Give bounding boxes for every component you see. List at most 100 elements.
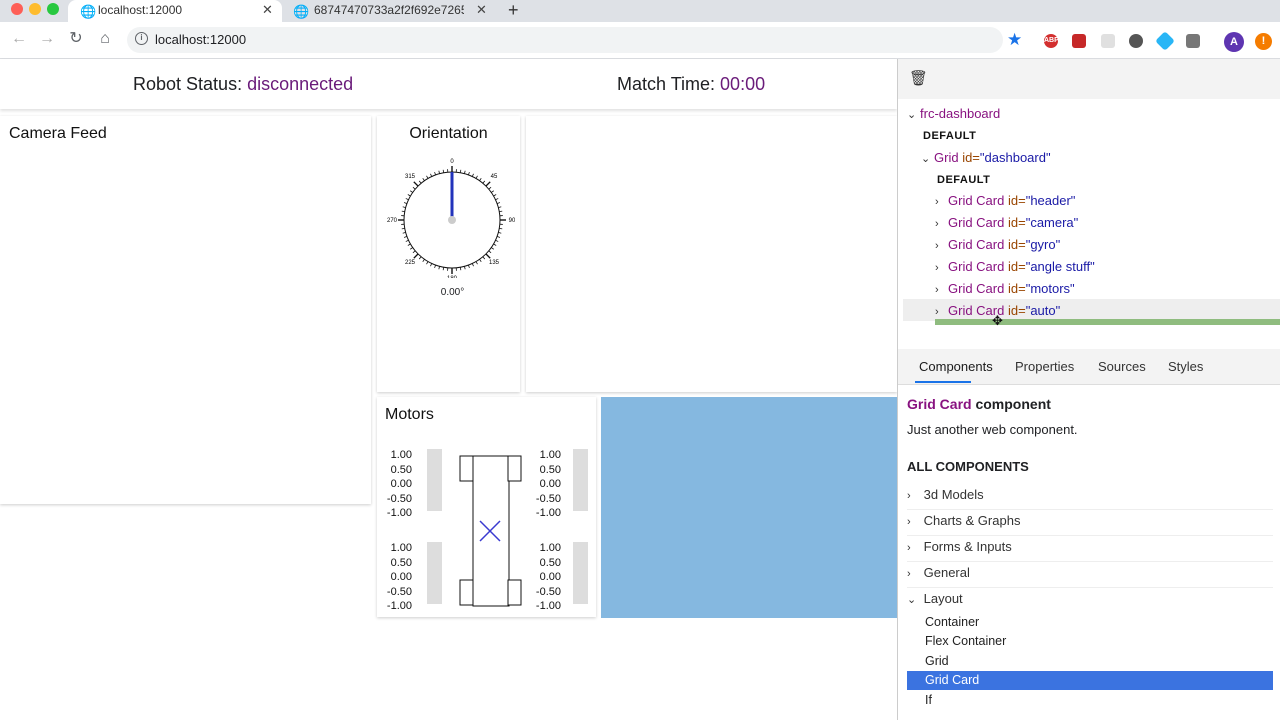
browser-tab[interactable]: 🌐 68747470733a2f2f692e72656 ✕ — [284, 0, 498, 22]
devtools-topbar: 🗑 — [898, 59, 1280, 99]
extension-icon[interactable] — [1072, 34, 1086, 48]
info-icon[interactable]: i — [135, 32, 148, 45]
category-layout[interactable]: ⌄ Layout — [907, 588, 1273, 614]
reload-icon[interactable]: ↻ — [65, 28, 87, 50]
tab-title: 68747470733a2f2f692e72656 — [314, 3, 464, 17]
drivetrain-diagram — [459, 455, 522, 607]
dial-tick — [426, 261, 429, 265]
category-general[interactable]: › General — [907, 562, 1273, 588]
extension-icon[interactable] — [1155, 31, 1175, 51]
dial-tick — [495, 198, 499, 201]
close-tab-icon[interactable]: ✕ — [476, 0, 487, 20]
back-arrow-icon[interactable]: ← — [8, 28, 30, 50]
tree-attr: id= — [1007, 303, 1026, 318]
chevron-right-icon[interactable]: › — [935, 262, 948, 274]
auto-card[interactable] — [601, 397, 897, 618]
tab-sources[interactable]: Sources — [1098, 359, 1146, 374]
profile-avatar[interactable]: A — [1224, 32, 1244, 52]
tree-val: "gyro" — [1025, 237, 1061, 252]
dial-tick — [498, 206, 502, 208]
tree-card-node[interactable]: › Grid Card id="gyro" — [935, 237, 1060, 252]
dial-tick — [422, 177, 425, 181]
tree-root-tag: frc-dashboard — [920, 106, 1001, 121]
category-3d-models[interactable]: › 3d Models — [907, 484, 1273, 510]
address-bar[interactable]: i localhost:12000 — [127, 27, 1003, 53]
browser-toolbar: ← → ↻ ⌂ i localhost:12000 ★ ABP A ! — [0, 22, 1280, 59]
update-alert-icon[interactable]: ! — [1255, 33, 1272, 50]
extension-icon[interactable] — [1186, 34, 1200, 48]
dial-tick — [459, 267, 462, 271]
tree-card-node[interactable]: › Grid Card id="motors" — [935, 281, 1075, 296]
motor-meter-rear-left: 1.00 0.50 0.00 -0.50 -1.00 — [382, 542, 442, 612]
component-item-container[interactable]: Container — [925, 615, 979, 629]
chevron-right-icon[interactable]: › — [935, 218, 948, 230]
dial-tick — [471, 263, 474, 267]
component-item-grid-card[interactable]: Grid Card — [925, 673, 979, 687]
dial-tick — [413, 253, 419, 259]
component-item-flex-container[interactable]: Flex Container — [925, 634, 1006, 648]
dial-tick — [442, 169, 445, 173]
home-icon[interactable]: ⌂ — [94, 28, 116, 50]
dial-tick — [402, 206, 406, 208]
tree-root[interactable]: ⌄ frc-dashboard — [907, 106, 1000, 121]
component-item-if[interactable]: If — [925, 693, 932, 707]
new-tab-button[interactable]: + — [508, 0, 519, 20]
robot-status-value: disconnected — [247, 74, 354, 94]
dial-tick — [496, 202, 501, 204]
tree-tag: Grid Card — [948, 237, 1005, 252]
tree-val: "dashboard" — [979, 150, 1051, 165]
scale-tick: -0.50 — [386, 492, 412, 505]
minimize-window-button[interactable] — [29, 3, 41, 15]
tree-card-node[interactable]: › Grid Card id="header" — [935, 193, 1075, 208]
wheel — [459, 579, 474, 606]
dial-tick — [482, 256, 486, 260]
tab-styles[interactable]: Styles — [1168, 359, 1203, 374]
category-label: Layout — [923, 591, 963, 606]
tree-grid-node[interactable]: ⌄ Grid id="dashboard" — [921, 150, 1051, 165]
dial-tick — [496, 236, 501, 238]
browser-tab-active[interactable]: 🌐 localhost:12000 ✕ — [68, 0, 282, 22]
category-charts-graphs[interactable]: › Charts & Graphs — [907, 510, 1273, 536]
chevron-right-icon[interactable]: › — [935, 284, 948, 296]
dial-label: 270 — [387, 218, 398, 224]
dial-tick — [403, 202, 408, 204]
close-window-button[interactable] — [11, 3, 23, 15]
wheel — [507, 579, 522, 606]
tree-tag: Grid Card — [948, 259, 1005, 274]
active-tab-indicator — [915, 381, 971, 383]
chevron-right-icon[interactable]: › — [935, 240, 948, 252]
category-forms-inputs[interactable]: › Forms & Inputs — [907, 536, 1273, 562]
component-suffix: component — [975, 396, 1051, 412]
dial-tick — [491, 190, 495, 193]
tree-val: "angle stuff" — [1025, 259, 1095, 274]
drop-indicator — [935, 319, 1280, 325]
dial-tick — [401, 227, 405, 230]
tree-card-node[interactable]: › Grid Card id="angle stuff" — [935, 259, 1095, 274]
tree-tag: Grid Card — [948, 215, 1005, 230]
dial-tick — [475, 261, 478, 265]
gyro-dial: 0 45 90 135 180 225 270 315 — [387, 159, 515, 278]
tab-components[interactable]: Components — [919, 359, 993, 374]
chevron-right-icon[interactable]: › — [935, 196, 948, 208]
dial-tick — [434, 171, 436, 176]
adblock-extension-icon[interactable]: ABP — [1044, 34, 1059, 48]
trash-icon[interactable]: 🗑 — [909, 69, 928, 87]
maximize-window-button[interactable] — [47, 3, 59, 15]
category-label: General — [923, 565, 970, 580]
chevron-down-icon[interactable]: ⌄ — [907, 108, 920, 121]
tab-properties[interactable]: Properties — [1015, 359, 1074, 374]
extension-icon[interactable] — [1129, 34, 1143, 48]
component-item-grid[interactable]: Grid — [925, 654, 949, 668]
close-tab-icon[interactable]: ✕ — [262, 0, 273, 20]
dial-label: 135 — [489, 260, 500, 266]
dial-tick — [412, 186, 416, 190]
tree-attr: id= — [1007, 193, 1026, 208]
tree-card-node[interactable]: › Grid Card id="camera" — [935, 215, 1078, 230]
chevron-right-icon[interactable]: › — [935, 306, 948, 318]
forward-arrow-icon[interactable]: → — [36, 28, 58, 50]
motor-bar — [427, 542, 442, 604]
orientation-title: Orientation — [409, 125, 488, 142]
chevron-down-icon[interactable]: ⌄ — [921, 152, 934, 165]
extension-icon[interactable] — [1101, 34, 1115, 48]
bookmark-star-icon[interactable]: ★ — [1007, 30, 1022, 50]
